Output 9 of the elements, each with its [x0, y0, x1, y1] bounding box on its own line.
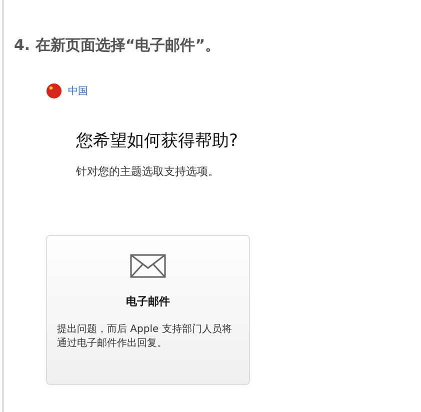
step-heading: 4. 在新页面选择“电子邮件”。: [14, 36, 222, 55]
page-subtitle: 针对您的主题选取支持选项。: [76, 164, 220, 179]
option-description: 提出问题，而后 Apple 支持部门人员将通过电子邮件作出回复。: [57, 323, 233, 351]
region-link[interactable]: 中国: [68, 84, 88, 98]
option-title: 电子邮件: [126, 294, 170, 309]
email-option-card[interactable]: 电子邮件 提出问题，而后 Apple 支持部门人员将通过电子邮件作出回复。: [46, 235, 250, 385]
envelope-icon: [130, 254, 166, 278]
page-title: 您希望如何获得帮助?: [76, 130, 240, 152]
flag-icon: [46, 83, 62, 99]
